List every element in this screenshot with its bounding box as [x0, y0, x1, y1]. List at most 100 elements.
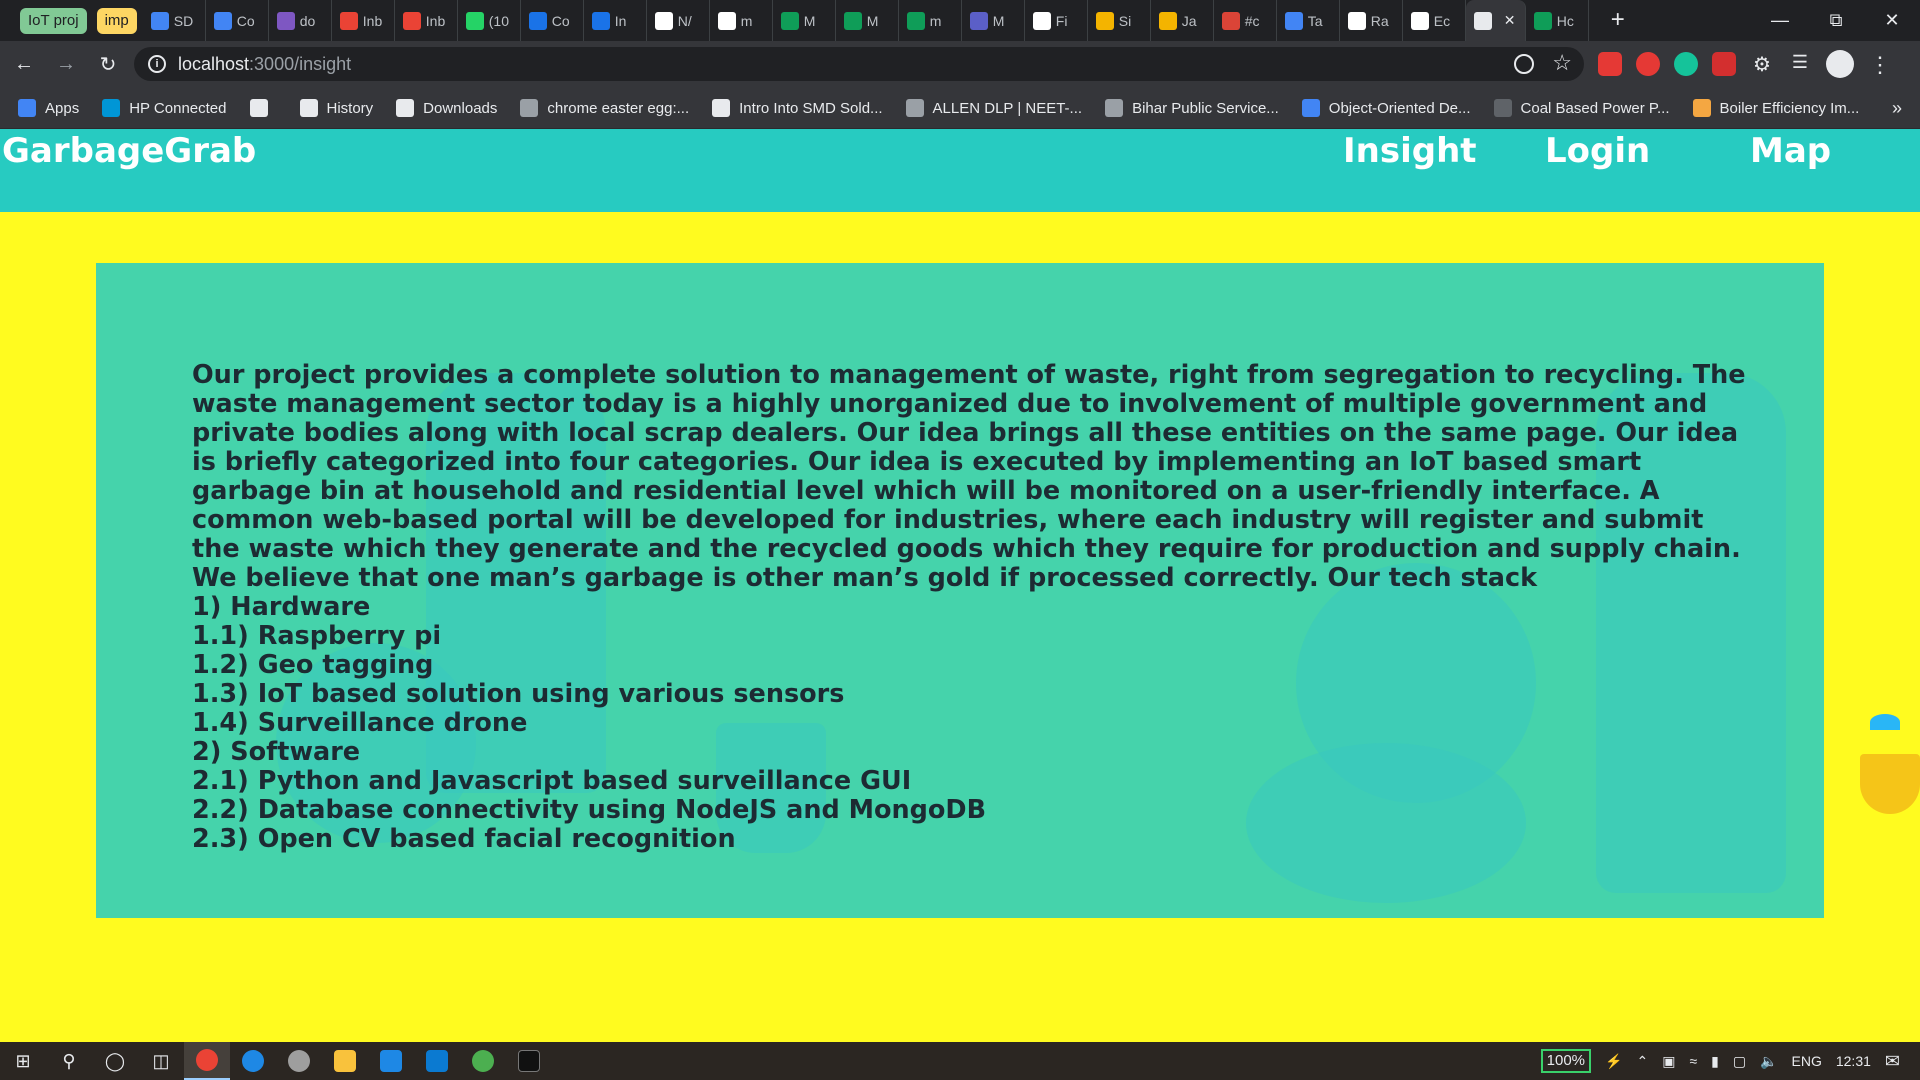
bookmark-item[interactable]: Boiler Efficiency Im...	[1692, 99, 1859, 117]
nav-link-insight[interactable]: Insight	[1343, 131, 1477, 171]
chrome-alt-taskbar-icon[interactable]	[276, 1042, 322, 1080]
more-menu-icon[interactable]: ⋮	[1868, 52, 1892, 77]
bookmark-favicon-icon	[1692, 99, 1711, 117]
browser-tab[interactable]: M	[773, 0, 836, 41]
bookmark-item[interactable]: Bihar Public Service...	[1105, 99, 1279, 117]
input-language[interactable]: ENG	[1792, 1053, 1822, 1069]
url-text[interactable]: localhost:3000/insight	[178, 54, 351, 75]
tab-favicon-icon	[465, 11, 484, 30]
puzzle-extensions-icon[interactable]: ⚙	[1750, 52, 1774, 76]
bookmark-item[interactable]: HP Connected	[102, 99, 227, 117]
site-info-icon[interactable]: i	[148, 55, 166, 73]
tablet-mode-icon[interactable]: ▢	[1733, 1053, 1746, 1070]
browser-tab[interactable]: m	[710, 0, 773, 41]
bookmark-item[interactable]: ALLEN DLP | NEET-...	[905, 99, 1082, 117]
back-arrow-icon[interactable]: ←	[6, 47, 42, 83]
browser-tab[interactable]: Inb	[332, 0, 395, 41]
address-bar[interactable]: i localhost:3000/insight ☆	[134, 47, 1584, 81]
tech-stack-list: 1) Hardware 1.1) Raspberry pi 1.2) Geo tag…	[192, 593, 1752, 854]
zoom-icon[interactable]	[1514, 54, 1534, 74]
task-view-icon[interactable]: ◫	[138, 1042, 184, 1080]
nav-link-login[interactable]: Login	[1545, 131, 1650, 171]
bookmark-favicon-icon	[905, 99, 924, 117]
browser-tab[interactable]: In	[584, 0, 647, 41]
browser-tab[interactable]: (10	[458, 0, 521, 41]
wifi-icon[interactable]: ≈	[1689, 1053, 1697, 1069]
calendar-app-icon[interactable]	[368, 1042, 414, 1080]
notifications-icon[interactable]: ✉	[1885, 1051, 1900, 1072]
bookmarks-bar: Apps HP Connected History Downloads chrome e…	[0, 88, 1920, 129]
tab-title: M	[803, 12, 816, 29]
tab-favicon-icon	[528, 11, 547, 30]
close-window-icon[interactable]: ✕	[1864, 0, 1920, 41]
tab-favicon-icon	[402, 11, 421, 30]
volume-icon[interactable]: 🔈	[1760, 1053, 1777, 1070]
profile-avatar[interactable]	[1826, 50, 1854, 78]
reload-icon[interactable]: ↻	[90, 47, 126, 83]
browser-tab[interactable]: do	[269, 0, 332, 41]
bookmark-item[interactable]: Coal Based Power P...	[1493, 99, 1670, 117]
bookmark-item[interactable]: Object-Oriented De...	[1301, 99, 1471, 117]
bookmark-item[interactable]	[249, 99, 277, 117]
vscode-icon[interactable]	[414, 1042, 460, 1080]
reading-list-icon[interactable]: ☰	[1788, 52, 1812, 76]
browser-tab[interactable]: Fi	[1025, 0, 1088, 41]
clock-time[interactable]: 12:31	[1836, 1053, 1871, 1069]
tab-close-icon[interactable]: ✕	[1504, 12, 1516, 29]
browser-tab[interactable]: m	[899, 0, 962, 41]
browser-tab[interactable]: M	[962, 0, 1025, 41]
browser-tab[interactable]: Co	[206, 0, 269, 41]
site-brand[interactable]: GarbageGrab	[2, 131, 256, 171]
grammarly-extension-icon[interactable]	[1674, 52, 1698, 76]
browser-tab[interactable]: M	[836, 0, 899, 41]
browser-tab[interactable]: #c	[1214, 0, 1277, 41]
nav-link-map[interactable]: Map	[1750, 131, 1831, 171]
windows-start-icon[interactable]: ⊞	[0, 1042, 46, 1080]
new-tab-button[interactable]: +	[1603, 6, 1633, 36]
edge-taskbar-icon[interactable]	[230, 1042, 276, 1080]
search-icon[interactable]: ⚲	[46, 1042, 92, 1080]
chrome-taskbar-icon[interactable]	[184, 1042, 230, 1080]
cortana-icon[interactable]: ◯	[92, 1042, 138, 1080]
pocket-extension-icon[interactable]	[1598, 52, 1622, 76]
browser-tab[interactable]: Ec	[1403, 0, 1466, 41]
browser-tab[interactable]: SD	[143, 0, 206, 41]
browser-tab[interactable]: Ra	[1340, 0, 1403, 41]
terminal-icon[interactable]	[506, 1042, 552, 1080]
tab-group-imp[interactable]: imp	[96, 7, 137, 34]
browser-tab[interactable]: Ta	[1277, 0, 1340, 41]
tab-title: Ra	[1370, 12, 1389, 29]
bookmark-item[interactable]: Apps	[18, 99, 79, 117]
tech-stack-item: 1.2) Geo tagging	[192, 650, 434, 680]
browser-tab[interactable]: Hc	[1526, 0, 1589, 41]
active-tab[interactable]: ✕	[1465, 0, 1526, 41]
forward-arrow-icon[interactable]: →	[48, 47, 84, 83]
browser-tab[interactable]: Co	[521, 0, 584, 41]
bookmark-item[interactable]: Downloads	[396, 99, 497, 117]
bookmark-item[interactable]: History	[299, 99, 373, 117]
battery-icon[interactable]: ▮	[1711, 1053, 1719, 1070]
tab-group-iot-proj[interactable]: IoT proj	[20, 7, 87, 34]
bookmarks-overflow-icon[interactable]: »	[1892, 98, 1902, 119]
bookmark-star-icon[interactable]: ☆	[1552, 50, 1572, 76]
battery-percentage[interactable]: 100%	[1540, 1049, 1592, 1073]
tray-expand-icon[interactable]: ⌃	[1636, 1053, 1648, 1070]
browser-tab[interactable]: N/	[647, 0, 710, 41]
mongodb-compass-icon[interactable]	[460, 1042, 506, 1080]
tab-favicon-icon	[213, 11, 232, 30]
browser-tab[interactable]: Inb	[395, 0, 458, 41]
browser-toolbar: ← → ↻ i localhost:3000/insight ☆ ⚙ ☰ ⋮	[0, 41, 1920, 88]
power-plug-icon[interactable]: ⚡	[1605, 1053, 1622, 1070]
browser-tab[interactable]: Ja	[1151, 0, 1214, 41]
tab-title: In	[614, 12, 627, 29]
meet-now-icon[interactable]: ▣	[1662, 1053, 1675, 1070]
bookmark-item[interactable]: chrome easter egg:...	[520, 99, 689, 117]
adblock-extension-icon[interactable]	[1636, 52, 1660, 76]
file-explorer-icon[interactable]	[322, 1042, 368, 1080]
bookmark-item[interactable]: Intro Into SMD Sold...	[712, 99, 883, 117]
tech-stack-item: 1.3) IoT based solution using various se…	[192, 679, 845, 709]
extension-icon[interactable]	[1712, 52, 1736, 76]
browser-tab[interactable]: Si	[1088, 0, 1151, 41]
restore-icon[interactable]: ⧉	[1808, 0, 1864, 41]
minimize-icon[interactable]: —	[1752, 0, 1808, 41]
